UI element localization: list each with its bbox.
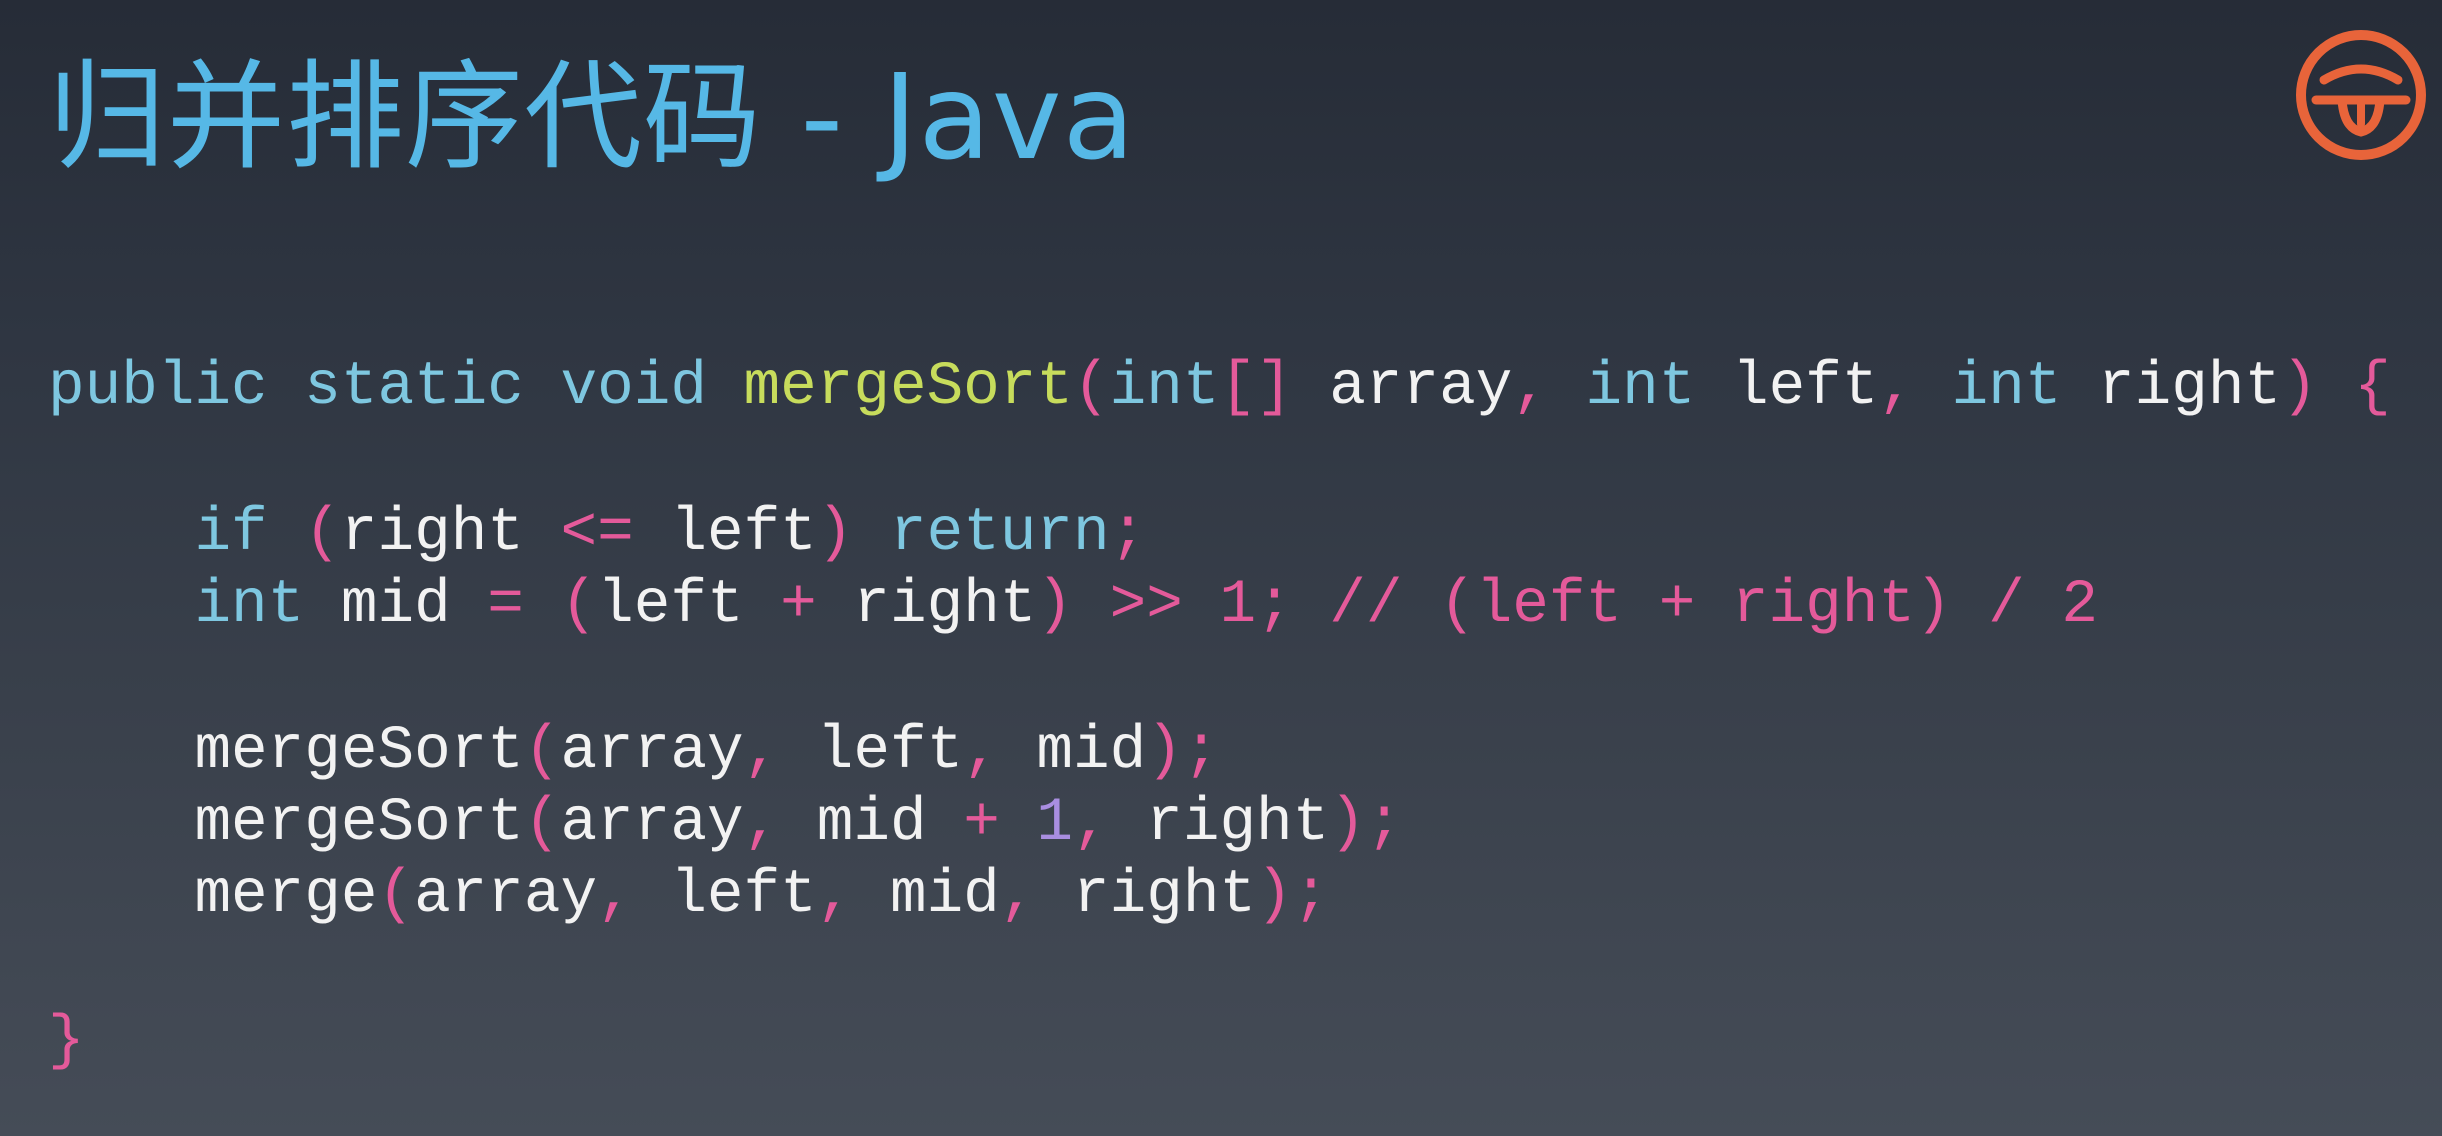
code-line: } xyxy=(48,1006,85,1078)
code-token: ); xyxy=(1256,861,1330,930)
code-token: return xyxy=(889,499,1110,568)
code-token: , xyxy=(1878,353,1915,422)
code-token: ) xyxy=(816,499,854,568)
code-token: + xyxy=(780,571,817,640)
code-token: public xyxy=(48,353,268,422)
code-token: int xyxy=(1951,353,2062,422)
code-token: // (left + right) / 2 xyxy=(1292,571,2099,640)
code-token: right xyxy=(2061,353,2282,422)
code-token: ( xyxy=(523,717,561,786)
code-token: right xyxy=(816,571,1037,640)
code-token: array xyxy=(1292,353,1513,422)
code-token: ) xyxy=(1036,571,1074,640)
code-token: left xyxy=(597,571,781,640)
geekbang-logo-icon xyxy=(2296,30,2426,160)
code-token: ); xyxy=(1146,717,1220,786)
code-token: ) xyxy=(2281,353,2318,422)
code-token: array xyxy=(414,861,598,930)
code-token: merge xyxy=(194,861,378,930)
code-token: mid xyxy=(999,717,1147,786)
code-token: static xyxy=(304,353,524,422)
code-line: public static void mergeSort(int[] array… xyxy=(48,352,2391,424)
code-token: [] xyxy=(1219,353,1293,422)
code-token: if xyxy=(194,499,268,568)
code-token: left xyxy=(633,861,817,930)
code-token: ( xyxy=(377,861,415,930)
code-token: left xyxy=(780,717,964,786)
code-token: ( xyxy=(560,571,598,640)
code-token: right xyxy=(340,499,524,568)
code-token: ( xyxy=(304,499,341,568)
code-token: { xyxy=(2354,353,2391,422)
code-token: array xyxy=(560,717,744,786)
code-token: ( xyxy=(1073,353,1110,422)
code-token: 1 xyxy=(1036,789,1074,858)
code-token: right xyxy=(1109,789,1330,858)
code-token: mid xyxy=(780,789,964,858)
code-token: = xyxy=(487,571,524,640)
code-token: , xyxy=(963,717,1000,786)
code-token: mergeSort xyxy=(743,353,1074,422)
code-line: merge(array, left, mid, right); xyxy=(48,860,1329,932)
code-token: , xyxy=(597,861,634,930)
code-token: left xyxy=(1695,353,1879,422)
code-token: , xyxy=(743,789,781,858)
code-token: int xyxy=(1109,353,1220,422)
code-token: + xyxy=(963,789,1000,858)
code-token: void xyxy=(560,353,707,422)
code-token: , xyxy=(816,861,854,930)
code-token: mergeSort xyxy=(194,789,524,858)
slide: 归并排序代码 - Java public static void mergeSo… xyxy=(0,0,2442,1136)
code-token: , xyxy=(1512,353,1549,422)
code-token: mid xyxy=(853,861,1000,930)
code-token: } xyxy=(48,1007,85,1076)
code-token: ( xyxy=(523,789,561,858)
code-token: right xyxy=(1036,861,1257,930)
code-token: left xyxy=(633,499,817,568)
code-line: mergeSort(array, left, mid); xyxy=(48,716,1219,788)
code-token: ); xyxy=(1329,789,1403,858)
code-token: , xyxy=(999,861,1037,930)
slide-title: 归并排序代码 - Java xyxy=(48,48,1136,186)
code-token: int xyxy=(1585,353,1696,422)
code-line: mergeSort(array, mid + 1, right); xyxy=(48,788,1402,860)
code-token: <= xyxy=(560,499,634,568)
code-token: array xyxy=(560,789,744,858)
code-token: >> xyxy=(1109,571,1183,640)
code-token: 1 xyxy=(1219,571,1257,640)
code-token: mergeSort xyxy=(194,717,524,786)
code-token: ; xyxy=(1109,499,1147,568)
code-token: ; xyxy=(1256,571,1293,640)
code-token: , xyxy=(1073,789,1110,858)
code-token: , xyxy=(743,717,781,786)
code-token: mid xyxy=(304,571,488,640)
code-token: int xyxy=(194,571,305,640)
code-line: int mid = (left + right) >> 1; // (left … xyxy=(48,570,2098,642)
code-line: if (right <= left) return; xyxy=(48,498,1146,570)
